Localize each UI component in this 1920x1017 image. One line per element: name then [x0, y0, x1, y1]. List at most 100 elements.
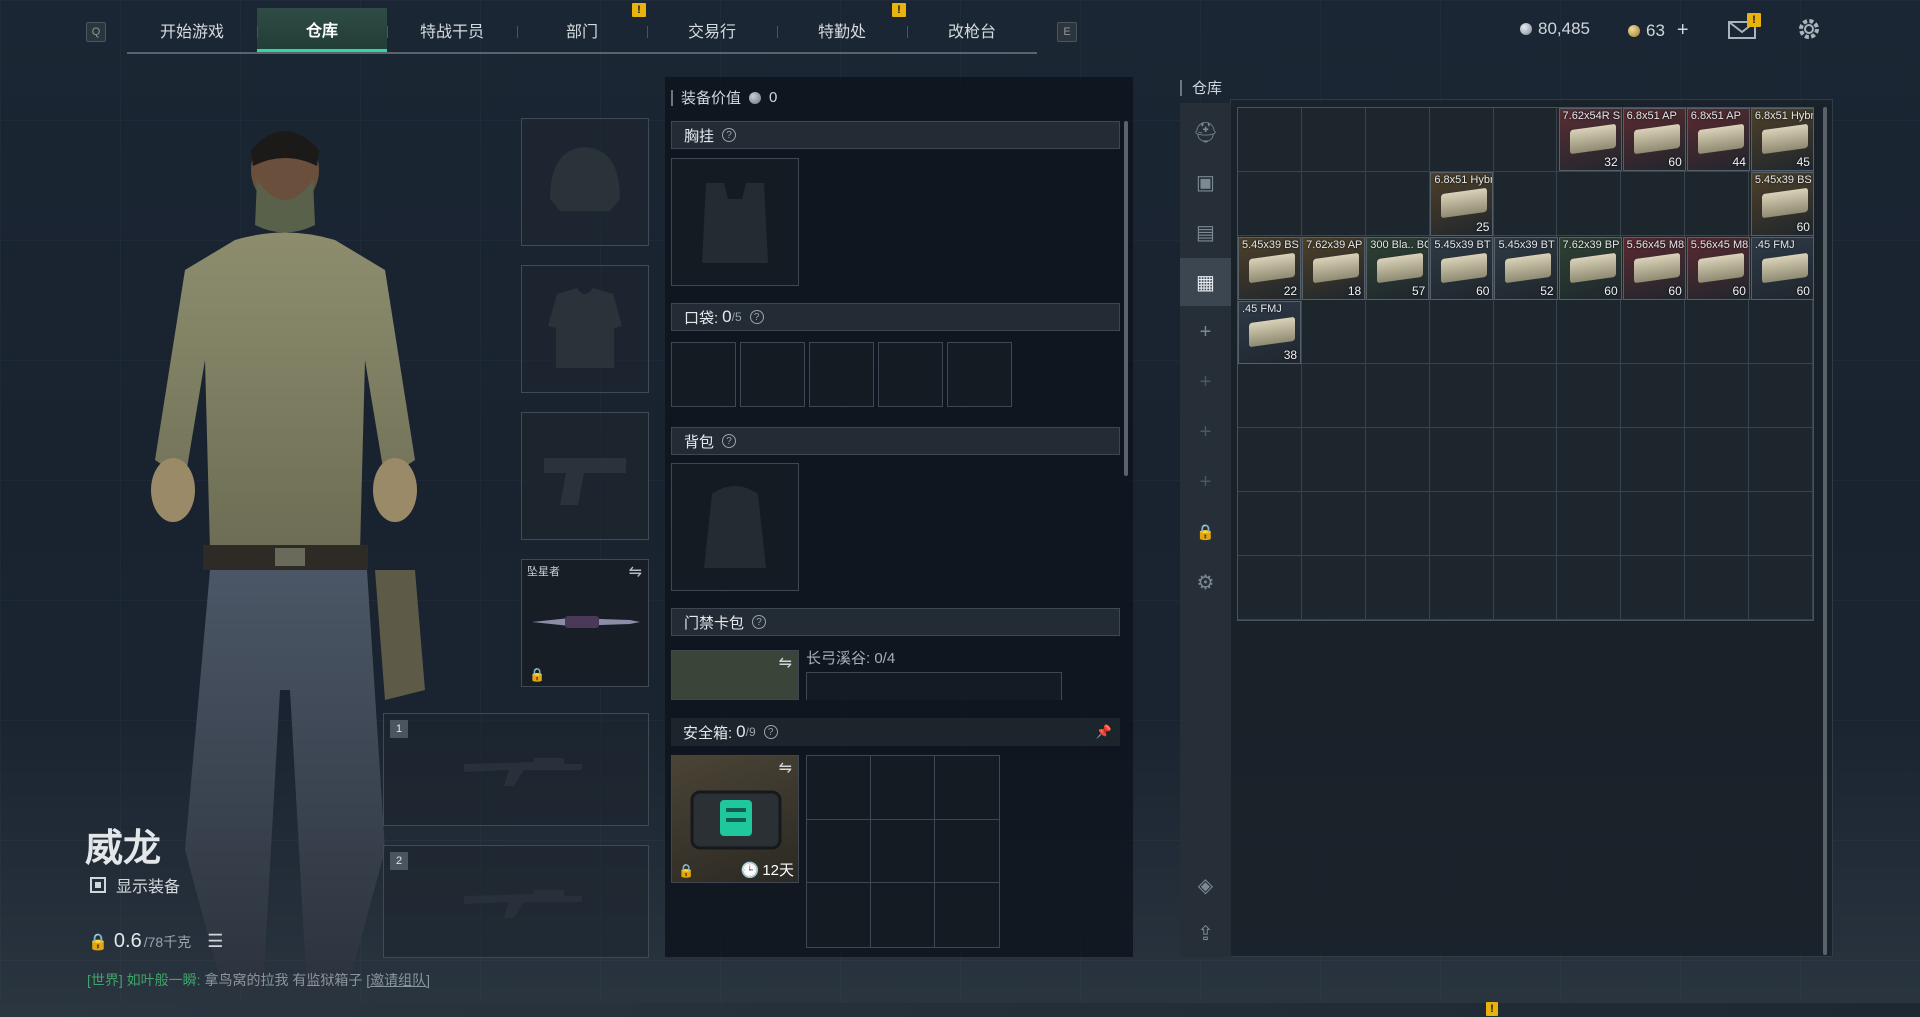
- storage-cell[interactable]: [1301, 364, 1366, 428]
- storage-cell[interactable]: [1621, 492, 1686, 556]
- storage-cell[interactable]: [1621, 428, 1686, 492]
- safebox-cell[interactable]: [935, 756, 999, 820]
- storage-item[interactable]: 6.8x51 AP 44: [1686, 108, 1750, 172]
- storage-cell[interactable]: [1493, 428, 1558, 492]
- storage-cell[interactable]: [1429, 364, 1494, 428]
- safebox-cell[interactable]: [807, 819, 871, 884]
- storage-cell[interactable]: [1301, 172, 1366, 236]
- storage-cell[interactable]: [1493, 492, 1558, 556]
- storage-item[interactable]: 5.45x39 BS 60: [1750, 172, 1814, 236]
- storage-cell[interactable]: [1493, 364, 1558, 428]
- tab-trade[interactable]: 交易行: [647, 8, 777, 52]
- safebox-cell[interactable]: [807, 756, 871, 820]
- storage-item[interactable]: 5.45x39 BS 22: [1238, 236, 1302, 300]
- storage-cell[interactable]: [1685, 172, 1750, 236]
- storage-item[interactable]: 300 Bla.. BC AP 57: [1366, 236, 1430, 300]
- storage-cell[interactable]: [1238, 556, 1302, 620]
- swap-icon[interactable]: ⇋: [779, 758, 792, 778]
- storage-cell[interactable]: [1238, 172, 1302, 236]
- chest-rig-slot[interactable]: [671, 158, 799, 286]
- storage-cell[interactable]: [1685, 556, 1750, 620]
- storage-cell[interactable]: [1493, 172, 1558, 236]
- melee-slot[interactable]: 坠星者 ⇋ 🔒: [521, 559, 649, 687]
- storage-cell[interactable]: [1429, 108, 1494, 172]
- chat-sender[interactable]: 如叶般一瞬:: [127, 972, 201, 988]
- storage-cell[interactable]: [1749, 556, 1813, 620]
- keycard-case-slot[interactable]: ⇋: [671, 650, 799, 700]
- safebox-cell[interactable]: [871, 883, 935, 947]
- help-icon[interactable]: ?: [749, 310, 764, 324]
- storage-cell[interactable]: [1238, 364, 1302, 428]
- invite-team-link[interactable]: [邀请组队]: [366, 972, 430, 988]
- storage-item[interactable]: 6.8x51 AP 60: [1622, 108, 1686, 172]
- storage-cell[interactable]: [1301, 428, 1366, 492]
- armor-slot[interactable]: [521, 265, 649, 393]
- pistol-slot[interactable]: [521, 412, 649, 540]
- safebox-cell[interactable]: [871, 819, 935, 884]
- storage-cell[interactable]: [1301, 300, 1366, 364]
- storage-item[interactable]: 5.56x45 M855A1 60: [1622, 236, 1686, 300]
- pocket-slot[interactable]: [878, 342, 943, 407]
- storage-cell[interactable]: [1493, 108, 1558, 172]
- primary-weapon-slot-1[interactable]: 1: [383, 713, 649, 826]
- storage-page-1[interactable]: ⛑: [1180, 108, 1231, 156]
- help-icon[interactable]: ?: [763, 725, 778, 739]
- storage-cell[interactable]: [1429, 300, 1494, 364]
- storage-cell[interactable]: [1557, 556, 1622, 620]
- storage-cell[interactable]: [1685, 492, 1750, 556]
- storage-item[interactable]: .45 FMJ 38: [1238, 300, 1302, 364]
- storage-cell[interactable]: [1365, 108, 1430, 172]
- show-equipment-toggle[interactable]: 显示装备: [90, 873, 180, 897]
- storage-cell[interactable]: [1365, 428, 1430, 492]
- pocket-slot[interactable]: [671, 342, 736, 407]
- equipment-scrollbar[interactable]: [1124, 121, 1128, 476]
- pocket-slot[interactable]: [740, 342, 805, 407]
- tab-start-game[interactable]: 开始游戏: [127, 8, 257, 52]
- storage-cell[interactable]: [1365, 364, 1430, 428]
- storage-item[interactable]: 5.45x39 BT 60: [1430, 236, 1494, 300]
- storage-item[interactable]: 6.8x51 Hybrid 25: [1430, 172, 1494, 236]
- storage-cell[interactable]: [1685, 364, 1750, 428]
- storage-cell[interactable]: [1493, 556, 1558, 620]
- helmet-slot[interactable]: [521, 118, 649, 246]
- storage-cell[interactable]: [1621, 172, 1686, 236]
- safebox-cell[interactable]: [935, 883, 999, 947]
- storage-cell[interactable]: [1429, 556, 1494, 620]
- storage-settings[interactable]: ⚙: [1180, 558, 1231, 606]
- safebox-cell[interactable]: [807, 883, 871, 947]
- storage-item[interactable]: 5.56x45 M855A1 60: [1686, 236, 1750, 300]
- storage-cell[interactable]: [1238, 428, 1302, 492]
- storage-cell[interactable]: [1621, 300, 1686, 364]
- help-icon[interactable]: ?: [722, 128, 737, 142]
- storage-item[interactable]: .45 FMJ 60: [1750, 236, 1814, 300]
- pocket-slot[interactable]: [809, 342, 874, 407]
- next-tab-key[interactable]: E: [1057, 22, 1077, 42]
- keycard-slots[interactable]: [806, 672, 1062, 700]
- swap-icon[interactable]: ⇋: [629, 562, 642, 582]
- backpack-slot[interactable]: [671, 463, 799, 591]
- storage-cell[interactable]: [1557, 492, 1622, 556]
- storage-cell[interactable]: [1238, 108, 1302, 172]
- storage-page-2[interactable]: ▣: [1180, 158, 1231, 206]
- storage-cell[interactable]: [1365, 556, 1430, 620]
- storage-cell[interactable]: [1621, 364, 1686, 428]
- list-icon[interactable]: ☰: [207, 931, 223, 952]
- add-gold-button[interactable]: +: [1677, 19, 1689, 42]
- storage-cell[interactable]: [1365, 300, 1430, 364]
- storage-cell[interactable]: [1557, 428, 1622, 492]
- tab-gunsmith[interactable]: 改枪台: [907, 8, 1037, 52]
- storage-item[interactable]: 7.62x39 BP 60: [1558, 236, 1622, 300]
- tab-department[interactable]: 部门: [517, 8, 647, 52]
- storage-cell[interactable]: [1365, 492, 1430, 556]
- swap-icon[interactable]: ⇋: [779, 653, 792, 673]
- storage-cell[interactable]: [1301, 492, 1366, 556]
- tab-operators[interactable]: 特战干员: [387, 8, 517, 52]
- storage-scrollbar[interactable]: [1823, 107, 1827, 955]
- storage-cell[interactable]: [1301, 108, 1366, 172]
- storage-cell[interactable]: [1365, 172, 1430, 236]
- storage-cell[interactable]: [1685, 428, 1750, 492]
- storage-cell[interactable]: [1749, 364, 1813, 428]
- add-storage-page[interactable]: +: [1180, 308, 1231, 356]
- storage-item[interactable]: 7.62x39 AP 18: [1302, 236, 1366, 300]
- storage-cell[interactable]: [1685, 300, 1750, 364]
